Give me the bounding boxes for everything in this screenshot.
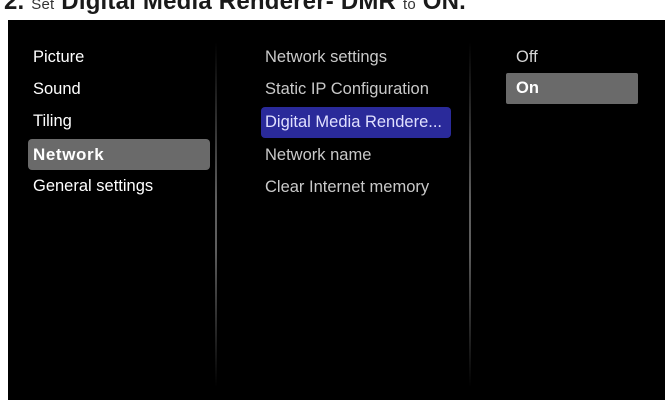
- caption-connector: to: [402, 0, 416, 13]
- option-off[interactable]: Off: [506, 42, 638, 73]
- caption-prefix: 2.: [4, 0, 25, 15]
- menu-item-picture[interactable]: Picture: [28, 42, 210, 73]
- submenu-item-network-settings[interactable]: Network settings: [261, 42, 451, 73]
- instruction-text: 2. Set Digital Media Renderer- DMR to ON…: [4, 0, 466, 16]
- menu-item-network[interactable]: Network: [28, 139, 210, 170]
- caption-value: ON.: [422, 0, 467, 15]
- submenu-item-static-ip[interactable]: Static IP Configuration: [261, 74, 451, 105]
- option-on[interactable]: On: [506, 73, 638, 104]
- instruction-caption: 2. Set Digital Media Renderer- DMR to ON…: [0, 0, 665, 18]
- option-column: Off On: [470, 20, 665, 400]
- caption-set: Set: [31, 0, 55, 13]
- submenu-item-clear-internet-memory[interactable]: Clear Internet memory: [261, 172, 451, 203]
- submenu-item-network-name[interactable]: Network name: [261, 140, 451, 171]
- menu-item-tiling[interactable]: Tiling: [28, 106, 210, 137]
- menu-item-general-settings[interactable]: General settings: [28, 171, 210, 202]
- tv-menu-screen: Picture Sound Tiling Network General set…: [8, 20, 665, 400]
- network-submenu-column: Network settings Static IP Configuration…: [216, 20, 471, 400]
- submenu-item-digital-media-renderer[interactable]: Digital Media Rendere...: [261, 107, 451, 138]
- main-menu-column: Picture Sound Tiling Network General set…: [8, 20, 214, 400]
- caption-title: Digital Media Renderer- DMR: [61, 0, 397, 15]
- menu-item-sound[interactable]: Sound: [28, 74, 210, 105]
